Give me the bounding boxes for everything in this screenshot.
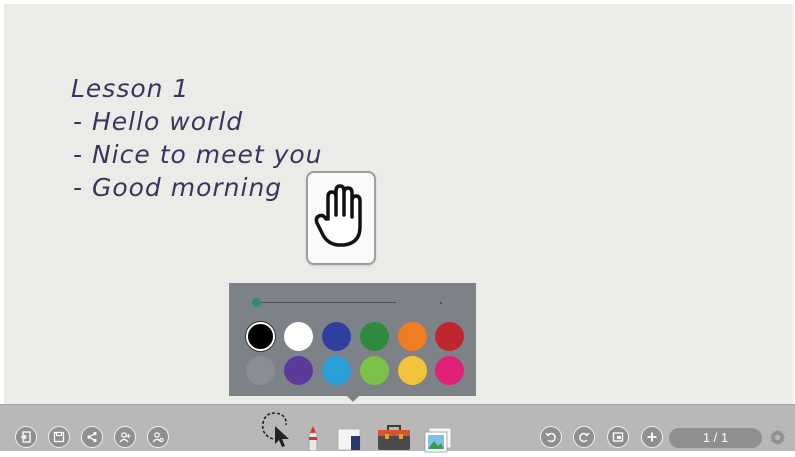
note-line: - Hello world [73,107,244,136]
add-page-icon [647,432,657,442]
exit-icon [21,431,31,443]
user-settings-icon [152,432,164,443]
image-icon [424,427,452,453]
toolbox-button[interactable] [377,425,411,455]
pen-color-palette [229,283,476,402]
note-line: - Nice to meet you [73,140,323,169]
eraser-tool[interactable] [337,428,363,455]
share-button[interactable] [81,426,103,448]
color-swatch-orange[interactable] [398,322,427,351]
color-swatch-purple[interactable] [284,356,313,385]
add-user-button[interactable] [114,426,136,448]
fullscreen-icon [612,432,624,442]
color-swatch-white[interactable] [284,322,313,351]
color-swatch-sky-blue[interactable] [322,356,351,385]
color-swatch-navy[interactable] [322,322,351,351]
insert-image-button[interactable] [423,427,453,457]
undo-button[interactable] [540,426,562,448]
add-page-button[interactable] [641,426,663,448]
color-swatch-green[interactable] [360,322,389,351]
page-indicator[interactable]: 1 / 1 [669,428,762,448]
settings-button[interactable] [769,429,786,450]
color-swatch-black[interactable] [246,322,275,351]
user-settings-button[interactable] [147,426,169,448]
pen-size-slider-handle[interactable] [252,298,261,307]
add-user-icon [119,432,131,443]
select-tool[interactable] [259,409,293,455]
pan-hand-cursor[interactable] [306,171,376,265]
pen-icon [308,426,318,452]
bottom-toolbar: 1 / 1 [0,404,795,453]
note-line-title: Lesson 1 [71,74,190,103]
save-icon [53,431,65,443]
color-swatch-yellow[interactable] [398,356,427,385]
eraser-icon [337,428,361,451]
palette-pointer [347,396,359,402]
redo-button[interactable] [573,426,595,448]
color-swatch-magenta[interactable] [435,356,464,385]
pen-size-slider-track[interactable] [256,302,396,303]
gear-icon [769,429,786,446]
color-swatch-lime[interactable] [360,356,389,385]
note-line: - Good morning [73,173,283,202]
pen-size-preview-dot [440,302,442,304]
select-lasso-icon [261,412,289,447]
pen-tool[interactable] [305,425,321,455]
undo-icon [545,432,556,443]
fullscreen-button[interactable] [607,426,629,448]
hand-icon [314,184,362,247]
exit-button[interactable] [15,426,37,448]
color-swatch-red[interactable] [435,322,464,351]
handwritten-notes: Lesson 1 - Hello world - Nice to meet yo… [71,72,323,204]
color-swatch-gray[interactable] [246,356,275,385]
redo-icon [579,432,590,443]
toolbox-icon [378,425,410,450]
save-button[interactable] [48,426,70,448]
share-icon [87,431,97,443]
